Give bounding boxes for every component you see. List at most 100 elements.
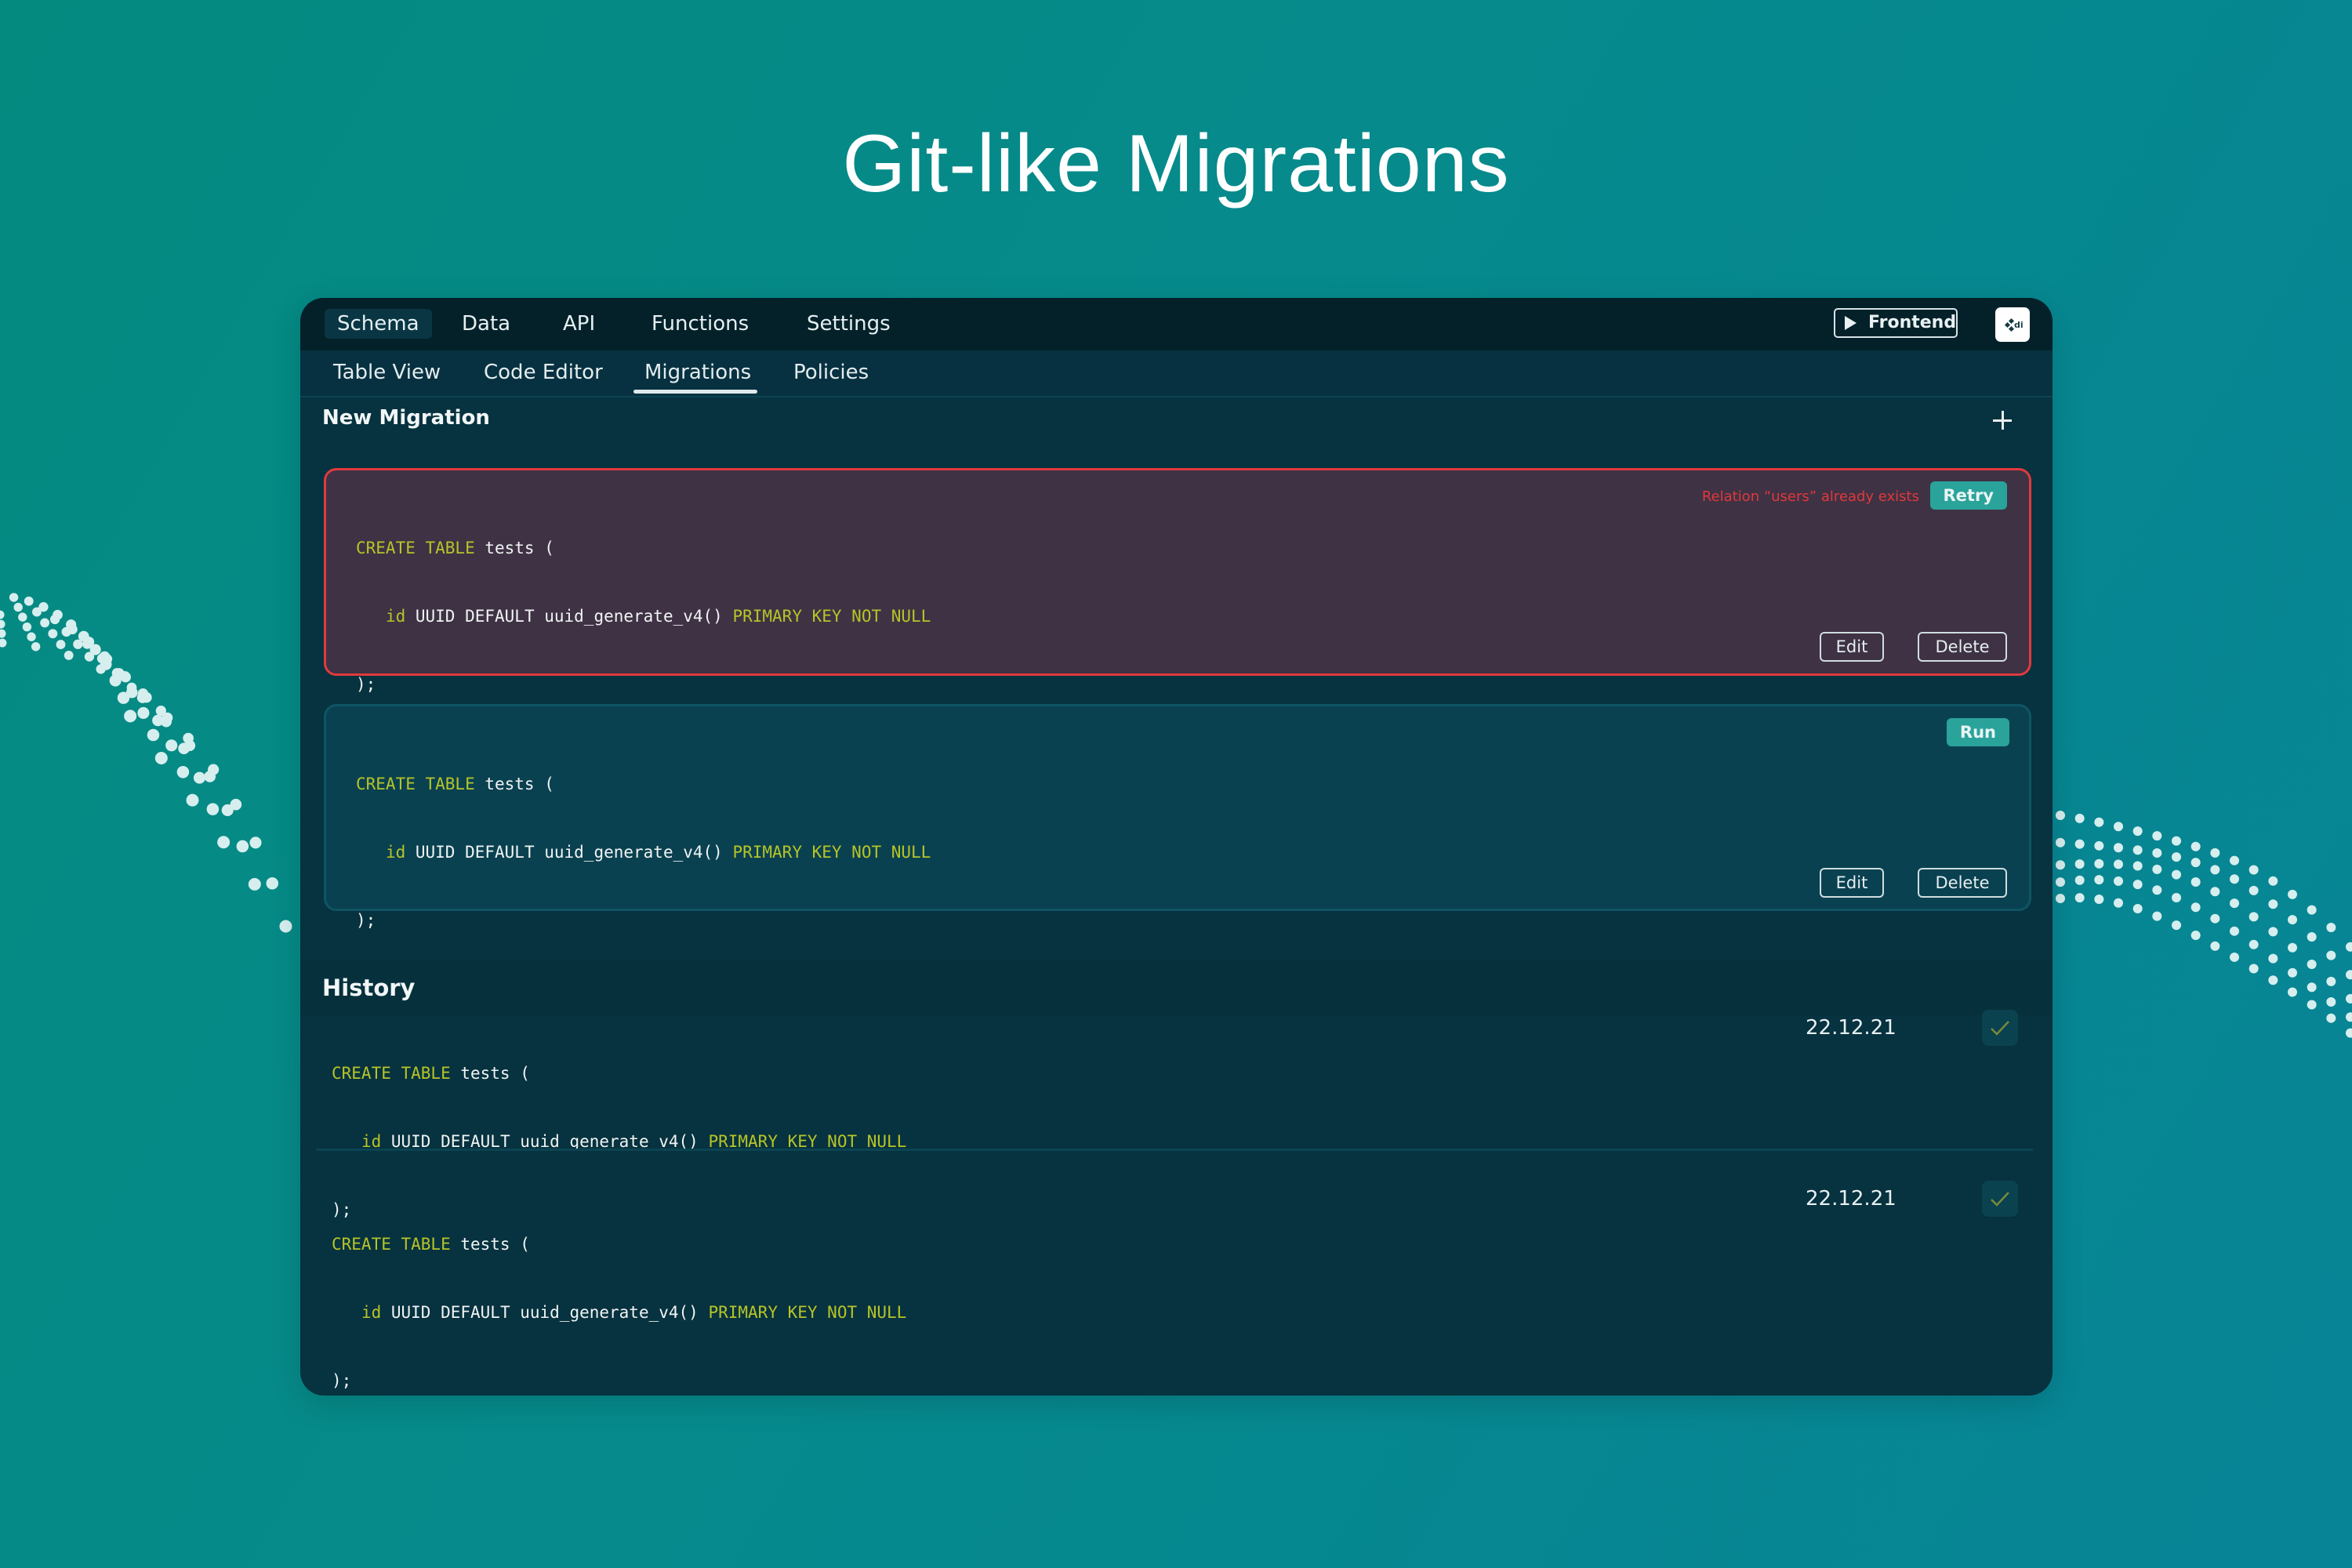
decorative-dot [2326,996,2336,1007]
decorative-dot [137,688,149,699]
code-line: ); [356,675,376,694]
decorative-dot [208,764,220,775]
decorative-dot [2074,813,2085,823]
decorative-dot [2172,836,2181,846]
sub-tab-migrations[interactable]: Migrations [644,358,751,387]
sub-tab-policies[interactable]: Policies [793,358,869,387]
decorative-dot [2230,898,2239,909]
decorative-dot [186,793,199,807]
migration-code: CREATE TABLE tests ( id UUID DEFAULT uui… [356,728,931,978]
decorative-dot [2152,885,2162,895]
decorative-dot [2152,911,2162,921]
frontend-button[interactable]: Frontend [1834,308,1958,338]
edit-button[interactable]: Edit [1820,868,1884,898]
code-line: CREATE TABLE tests ( [356,539,554,557]
add-migration-button[interactable] [1990,408,2015,433]
active-tab-indicator [633,390,757,394]
decorative-dot [0,629,6,638]
app-window: Schema Data API Functions Settings Front… [300,298,2053,1396]
decorative-dot [2249,964,2259,974]
decorative-dot [2132,861,2143,871]
decorative-dot [2172,893,2181,903]
decorative-dot [2152,864,2162,874]
decorative-dot [2249,885,2259,895]
history-item-status [1982,1181,2018,1217]
decorative-dot [2114,859,2123,869]
decorative-dot [2230,952,2239,962]
run-button[interactable]: Run [1946,718,2009,746]
decorative-dot [111,668,122,678]
decorative-dot [2210,848,2220,858]
edit-button[interactable]: Edit [1820,632,1884,662]
decorative-dot [266,877,279,890]
logo-button[interactable]: di [1995,307,2030,342]
code-line: id UUID DEFAULT uuid_generate_v4() PRIMA… [385,607,931,626]
decorative-dot [126,682,137,693]
delete-button[interactable]: Delete [1918,632,2007,662]
decorative-dot [2056,860,2065,870]
decorative-dot [2307,960,2317,970]
decorative-dot [2172,920,2181,931]
top-tab-settings[interactable]: Settings [794,309,903,339]
decorative-dot [0,610,5,619]
decorative-dot [2114,898,2123,908]
decorative-dot [2114,843,2123,853]
decorative-dot [32,607,42,617]
history-list-2: CREATE TABLE tests ( id UUID DEFAULT uui… [300,1181,2053,1390]
sub-tab-table-view[interactable]: Table View [333,358,441,387]
error-message: Relation “users” already exists [1701,488,1919,505]
decorative-dot [2190,877,2201,887]
decorative-dot [0,638,7,648]
decorative-dot [2249,865,2259,875]
decorative-dot [236,840,249,853]
decorative-dot [2288,915,2297,925]
decorative-dot [2210,865,2220,875]
decorative-dot [183,732,194,744]
decorative-dot [2114,822,2123,832]
decorative-dot [2346,942,2352,952]
decorative-dot [73,639,83,649]
decorative-dot [2268,975,2278,985]
migration-card-pending: CREATE TABLE tests ( id UUID DEFAULT uui… [324,704,2031,930]
decorative-dot [49,614,60,625]
decorative-dot [2230,855,2239,866]
decorative-dot [31,642,41,652]
decorative-dot [2288,987,2297,997]
top-tab-schema[interactable]: Schema [325,309,432,339]
left-dot-wave-decoration [0,593,292,933]
decorative-dot [2210,913,2220,924]
decorative-dot [2326,1013,2336,1023]
decorative-dot [0,619,5,629]
logo-text: di [2014,320,2024,330]
decorative-dot [2172,852,2181,862]
decorative-dot [56,640,66,650]
retry-button[interactable]: Retry [1929,481,2007,510]
delete-button[interactable]: Delete [1918,868,2007,898]
decorative-dot [2268,927,2278,937]
top-tab-functions[interactable]: Functions [639,309,761,339]
frontend-button-label: Frontend [1868,313,1957,332]
decorative-dot [27,632,36,641]
decorative-dot [2190,930,2201,940]
history-header: History [300,960,2053,1015]
top-tab-api[interactable]: API [550,309,608,339]
decorative-dot [2326,923,2336,933]
play-icon [1845,316,1857,330]
decorative-dot [249,837,262,849]
decorative-dot [2172,869,2181,880]
decorative-dot [176,766,190,779]
decorative-dot [2268,953,2278,964]
decorative-dot [9,593,19,602]
decorative-dot [2230,874,2239,884]
history-item-status [1982,1010,2018,1046]
sub-tab-code-editor[interactable]: Code Editor [484,358,603,387]
decorative-dot [2346,970,2352,980]
top-tab-data[interactable]: Data [449,309,523,339]
code-line: CREATE TABLE tests ( [332,1064,530,1083]
new-migration-title: New Migration [322,406,490,430]
decorative-dot [2210,887,2220,897]
decorative-dot [2288,889,2297,899]
code-line: id UUID DEFAULT uuid_generate_v4() PRIMA… [361,1303,907,1322]
decorative-dot [230,798,242,811]
decorative-dot [2346,1012,2352,1022]
